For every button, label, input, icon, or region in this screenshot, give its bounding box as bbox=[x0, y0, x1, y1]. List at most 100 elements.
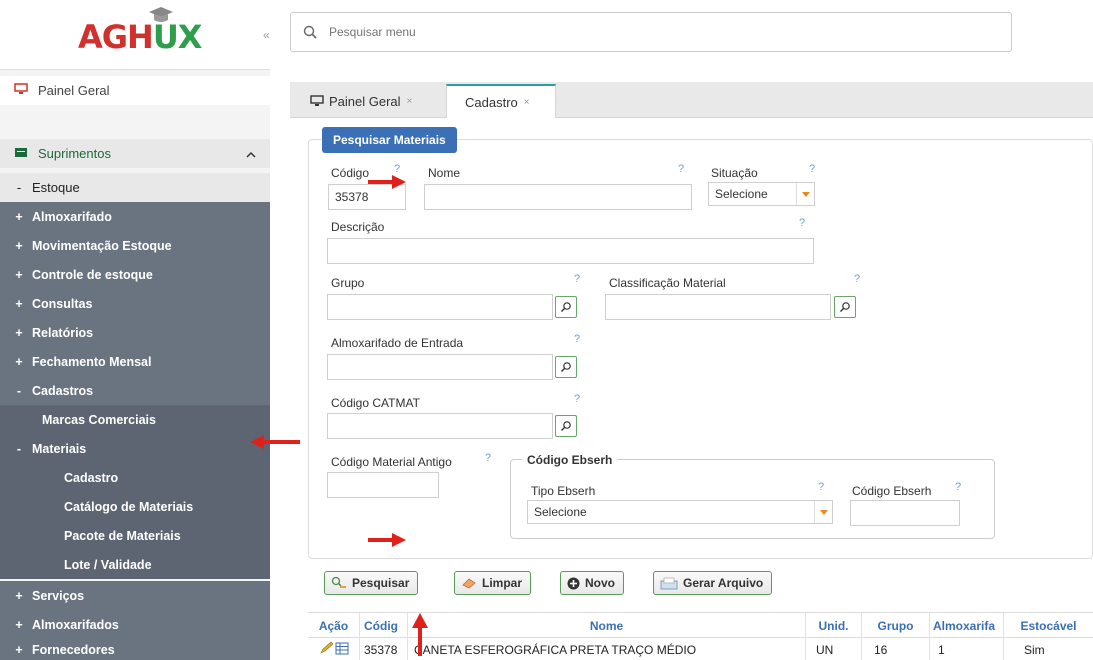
aghux-logo[interactable]: AGHUX bbox=[78, 18, 202, 56]
grupo-label: Grupo bbox=[331, 276, 365, 290]
help-icon[interactable]: ? bbox=[678, 163, 684, 175]
help-icon[interactable]: ? bbox=[799, 217, 805, 229]
sidebar-item-pacote[interactable]: Pacote de Materiais bbox=[0, 521, 270, 550]
tab-label: Cadastro bbox=[465, 94, 518, 110]
sidebar-item-label: Painel Geral bbox=[38, 83, 110, 98]
situacao-select[interactable]: Selecione bbox=[708, 182, 815, 206]
sidebar-item-painel-geral[interactable]: Painel Geral bbox=[0, 76, 270, 105]
sidebar-item-fechamento[interactable]: + Fechamento Mensal bbox=[0, 347, 270, 376]
warehouse-icon bbox=[14, 146, 30, 161]
cod-antigo-input[interactable] bbox=[327, 472, 439, 498]
sidebar-item-marcas-comerciais[interactable]: Marcas Comerciais bbox=[0, 405, 270, 434]
dropdown-caret-icon[interactable] bbox=[814, 501, 832, 523]
sidebar-item-label: Relatórios bbox=[32, 325, 94, 340]
column-header-almoxarifado[interactable]: Almoxarifa bbox=[930, 613, 1004, 639]
sidebar-item-catalogo[interactable]: Catálogo de Materiais bbox=[0, 492, 270, 521]
tab-cadastro[interactable]: Cadastro × bbox=[446, 84, 556, 118]
sidebar-item-relatorios[interactable]: + Relatórios bbox=[0, 318, 270, 347]
monitor-icon bbox=[310, 95, 324, 106]
help-icon[interactable]: ? bbox=[809, 163, 815, 175]
sidebar-item-label: Almoxarifado bbox=[32, 209, 112, 224]
column-header-unid[interactable]: Unid. bbox=[806, 613, 862, 639]
help-icon[interactable]: ? bbox=[955, 481, 961, 493]
sidebar-item-label: Marcas Comerciais bbox=[42, 412, 156, 427]
ebserh-fieldset bbox=[510, 459, 995, 539]
dropdown-caret-icon[interactable] bbox=[796, 183, 814, 205]
help-icon[interactable]: ? bbox=[574, 273, 580, 285]
cell-estocavel: Sim bbox=[1024, 642, 1045, 657]
menu-search-box bbox=[290, 12, 1012, 52]
cell-unid: UN bbox=[806, 639, 862, 660]
close-tab-icon[interactable]: × bbox=[524, 97, 530, 108]
codigo-label: Código bbox=[331, 166, 370, 180]
sidebar-item-label: Almoxarifados bbox=[32, 617, 119, 632]
tab-strip: Painel Geral × Cadastro × bbox=[290, 82, 1093, 118]
details-grid-icon[interactable] bbox=[335, 642, 349, 658]
eraser-icon bbox=[461, 577, 477, 589]
sidebar-item-label: Controle de estoque bbox=[32, 267, 153, 282]
edit-pencil-icon[interactable] bbox=[319, 641, 335, 658]
button-label: Pesquisar bbox=[352, 576, 410, 590]
row-actions bbox=[308, 639, 360, 660]
classificacao-input[interactable] bbox=[605, 294, 831, 320]
sidebar-item-lote-validade[interactable]: Lote / Validade bbox=[0, 550, 270, 579]
sidebar-item-suprimentos[interactable]: Suprimentos bbox=[0, 139, 270, 168]
button-label: Novo bbox=[585, 576, 615, 590]
classificacao-lookup-button[interactable] bbox=[834, 296, 856, 318]
sidebar-item-label: Cadastro bbox=[64, 470, 119, 485]
grupo-input[interactable] bbox=[327, 294, 553, 320]
sidebar-item-cadastros[interactable]: - Cadastros bbox=[0, 376, 270, 405]
collapse-sidebar-icon[interactable]: « bbox=[263, 28, 270, 42]
help-icon[interactable]: ? bbox=[485, 452, 491, 464]
pesquisar-button[interactable]: Pesquisar bbox=[324, 571, 419, 595]
sidebar-item-controle[interactable]: + Controle de estoque bbox=[0, 260, 270, 289]
annotation-arrow-right bbox=[368, 533, 406, 547]
almox-entrada-input[interactable] bbox=[327, 354, 553, 380]
tab-painel-geral[interactable]: Painel Geral × bbox=[300, 84, 422, 118]
sidebar-item-estoque[interactable]: - Estoque bbox=[0, 173, 270, 202]
sidebar-item-label: Fornecedores bbox=[32, 642, 115, 657]
column-header-codigo[interactable]: Códig bbox=[360, 613, 408, 639]
sidebar-item-label: Consultas bbox=[32, 296, 93, 311]
menu-search-input[interactable] bbox=[329, 25, 929, 39]
grupo-lookup-button[interactable] bbox=[555, 296, 577, 318]
annotation-arrow-up bbox=[412, 613, 428, 656]
sidebar-item-cadastro[interactable]: Cadastro bbox=[0, 463, 270, 492]
sidebar-item-fornecedores[interactable]: + Fornecedores bbox=[0, 639, 270, 660]
almox-entrada-lookup-button[interactable] bbox=[555, 356, 577, 378]
column-header-estocavel[interactable]: Estocável bbox=[1004, 613, 1093, 639]
column-header-grupo[interactable]: Grupo bbox=[862, 613, 930, 639]
help-icon[interactable]: ? bbox=[854, 273, 860, 285]
tab-label: Painel Geral bbox=[329, 93, 401, 109]
close-tab-icon[interactable]: × bbox=[407, 96, 413, 107]
nome-label: Nome bbox=[428, 166, 461, 180]
magnifier-icon bbox=[561, 421, 571, 431]
help-icon[interactable]: ? bbox=[574, 393, 580, 405]
gerar-arquivo-button[interactable]: Gerar Arquivo bbox=[653, 571, 773, 595]
sidebar-item-consultas[interactable]: + Consultas bbox=[0, 289, 270, 318]
ebserh-legend: Código Ebserh bbox=[522, 453, 618, 467]
codigo-ebserh-input[interactable] bbox=[850, 500, 960, 526]
help-icon[interactable]: ? bbox=[818, 481, 824, 493]
sidebar-item-almoxarifado[interactable]: + Almoxarifado bbox=[0, 202, 270, 231]
sidebar-item-materiais[interactable]: - Materiais bbox=[0, 434, 270, 463]
descricao-input[interactable] bbox=[327, 238, 814, 264]
sidebar-item-label: Catálogo de Materiais bbox=[64, 499, 194, 514]
search-person-icon bbox=[331, 576, 347, 590]
column-header-nome[interactable]: Nome bbox=[408, 613, 806, 639]
catmat-input[interactable] bbox=[327, 413, 553, 439]
column-header-acao[interactable]: Ação bbox=[308, 613, 360, 639]
tipo-ebserh-value: Selecione bbox=[534, 505, 587, 519]
sidebar-item-label: Serviços bbox=[32, 588, 85, 603]
tipo-ebserh-select[interactable]: Selecione bbox=[527, 500, 833, 524]
help-icon[interactable]: ? bbox=[574, 333, 580, 345]
nome-input[interactable] bbox=[424, 184, 692, 210]
sidebar-item-label: Pacote de Materiais bbox=[64, 528, 181, 543]
sidebar-item-label: Suprimentos bbox=[38, 146, 111, 161]
sidebar-item-movimentacao[interactable]: + Movimentação Estoque bbox=[0, 231, 270, 260]
sidebar-item-servicos[interactable]: + Serviços bbox=[0, 581, 270, 610]
novo-button[interactable]: Novo bbox=[560, 571, 624, 595]
sidebar-item-almoxarifados[interactable]: + Almoxarifados bbox=[0, 610, 270, 639]
limpar-button[interactable]: Limpar bbox=[454, 571, 532, 595]
catmat-lookup-button[interactable] bbox=[555, 415, 577, 437]
